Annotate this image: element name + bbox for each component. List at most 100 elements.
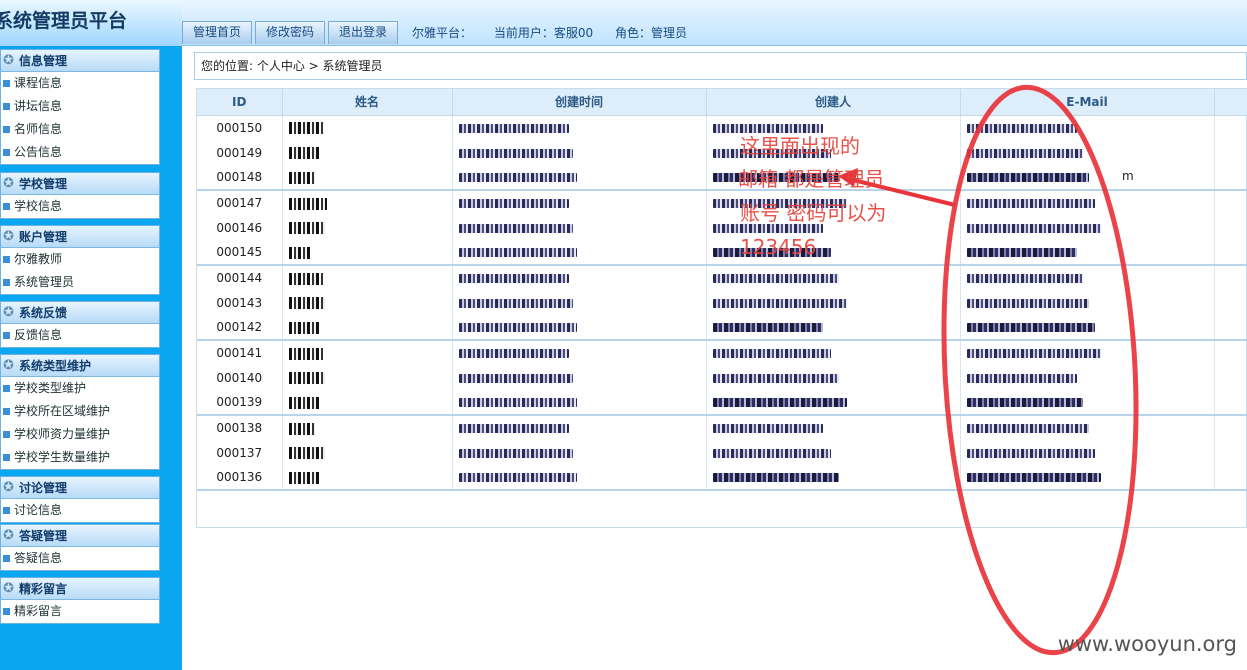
redacted-email: [966, 173, 1089, 182]
sidebar-item-school-info[interactable]: 学校信息: [1, 195, 159, 218]
cell-id: 000143: [197, 290, 283, 315]
cell-created-time: [452, 190, 707, 215]
column-name[interactable]: 姓名: [282, 89, 453, 116]
sidebar-item-qa[interactable]: 答疑信息: [1, 547, 159, 570]
table-row[interactable]: 000150: [197, 115, 1247, 140]
row-id: 000138: [216, 421, 263, 435]
star-icon: ✪: [3, 357, 14, 373]
redacted-time: [458, 473, 577, 482]
sidebar-item-discussion[interactable]: 讨论信息: [1, 499, 159, 522]
cell-created-time: [452, 215, 707, 240]
cell-creator: [706, 315, 961, 341]
table-row[interactable]: 000140: [197, 365, 1247, 390]
cell-name: [282, 115, 453, 140]
column-created-time[interactable]: 创建时间: [452, 89, 707, 116]
annotation-line-2: 邮箱 都是管理员: [738, 167, 885, 191]
redacted-creator: [712, 323, 823, 332]
cell-email: [960, 165, 1215, 191]
redacted-email: [966, 148, 1083, 158]
admin-home-button[interactable]: 管理首页: [182, 21, 253, 44]
menu-group-header[interactable]: ✪ 答疑管理: [1, 525, 159, 547]
redacted-email: [966, 199, 1095, 208]
sidebar-item-erya-teachers[interactable]: 尔雅教师: [1, 248, 159, 271]
sidebar-item-forums[interactable]: 讲坛信息: [1, 95, 159, 118]
cell-id: 000146: [197, 215, 283, 240]
table-row[interactable]: 000146: [197, 215, 1247, 240]
table-row[interactable]: 000141: [197, 340, 1247, 365]
redacted-email: [966, 448, 1095, 458]
sidebar: ✪ 信息管理 课程信息 讲坛信息 名师信息 公告信息 ✪ 学校管理 学校信息 ✪ 账户…: [0, 46, 182, 670]
cell-email: [960, 115, 1215, 140]
table-row[interactable]: 000142: [197, 315, 1247, 341]
cell-extra: [1214, 265, 1247, 290]
redacted-creator: [712, 448, 831, 458]
redacted-name: [288, 297, 325, 309]
row-id: 000144: [216, 271, 263, 285]
bullet-icon: [3, 126, 10, 133]
user-info: 尔雅平台： 当前用户：客服00 角色：管理员: [412, 24, 705, 41]
cell-email: [960, 365, 1215, 390]
sidebar-item-school-region[interactable]: 学校所在区域维护: [1, 400, 159, 423]
redacted-email: [966, 398, 1083, 407]
sidebar-item-school-type[interactable]: 学校类型维护: [1, 377, 159, 400]
redacted-email: [966, 123, 1077, 133]
cell-created-time: [452, 165, 707, 191]
menu-group-header[interactable]: ✪ 账户管理: [1, 226, 159, 248]
cell-name: [282, 165, 453, 191]
table-row[interactable]: 000138: [197, 415, 1247, 440]
menu-group-header[interactable]: ✪ 系统类型维护: [1, 355, 159, 377]
menu-group-header[interactable]: ✪ 系统反馈: [1, 302, 159, 324]
brand-logo: 系统管理员平台: [0, 0, 182, 46]
sidebar-item-notices[interactable]: 公告信息: [1, 141, 159, 164]
change-password-button[interactable]: 修改密码: [255, 21, 326, 44]
table-row[interactable]: 000144: [197, 265, 1247, 290]
breadcrumb: 您的位置: 个人中心 > 系统管理员: [194, 52, 1247, 80]
cell-extra: [1214, 465, 1247, 491]
sidebar-item-students[interactable]: 学校学生数量维护: [1, 446, 159, 469]
app-title: 系统管理员平台: [0, 10, 128, 32]
sidebar-item-sys-admins[interactable]: 系统管理员: [1, 271, 159, 294]
star-icon: ✪: [3, 304, 14, 320]
bullet-icon: [3, 149, 10, 156]
table-row[interactable]: 000136: [197, 465, 1247, 491]
redacted-time: [458, 349, 569, 358]
menu-group-header[interactable]: ✪ 信息管理: [1, 50, 159, 72]
table-row[interactable]: 000145: [197, 240, 1247, 266]
column-id[interactable]: ID: [197, 89, 283, 116]
annotation-line-4: 123456: [740, 235, 817, 259]
table-row[interactable]: 000137: [197, 440, 1247, 465]
menu-group-header[interactable]: ✪ 精彩留言: [1, 578, 159, 600]
cell-name: [282, 215, 453, 240]
redacted-name: [288, 197, 327, 210]
menu-group-header[interactable]: ✪ 学校管理: [1, 173, 159, 195]
menu-group-header[interactable]: ✪ 讨论管理: [1, 477, 159, 499]
redacted-email: [966, 248, 1077, 257]
table-row[interactable]: 000147: [197, 190, 1247, 215]
top-nav: 管理首页 修改密码 退出登录: [182, 20, 399, 44]
star-icon: ✪: [3, 52, 14, 68]
table-row[interactable]: 000143: [197, 290, 1247, 315]
column-creator[interactable]: 创建人: [706, 89, 961, 116]
logout-button[interactable]: 退出登录: [328, 21, 399, 44]
cell-created-time: [452, 340, 707, 365]
sidebar-item-courses[interactable]: 课程信息: [1, 72, 159, 95]
cell-extra: [1214, 315, 1247, 341]
sidebar-item-feedback[interactable]: 反馈信息: [1, 324, 159, 347]
cell-extra: [1214, 115, 1247, 140]
sidebar-item-messages[interactable]: 精彩留言: [1, 600, 159, 623]
table-row[interactable]: 000139: [197, 390, 1247, 416]
sidebar-item-teachers[interactable]: 名师信息: [1, 118, 159, 141]
cell-id: 000142: [197, 315, 283, 341]
column-email[interactable]: E-Mail: [960, 89, 1215, 116]
bullet-icon: [3, 256, 10, 263]
table-row[interactable]: 000148: [197, 165, 1247, 191]
table-row[interactable]: 000149: [197, 140, 1247, 165]
menu-group-discussion: ✪ 讨论管理 讨论信息: [0, 476, 160, 523]
cell-email: [960, 215, 1215, 240]
redacted-email: [966, 424, 1089, 433]
cell-id: 000148: [197, 165, 283, 191]
sidebar-item-faculty[interactable]: 学校师资力量维护: [1, 423, 159, 446]
redacted-name: [288, 471, 319, 484]
current-user-label: 当前用户：客服00: [493, 26, 594, 40]
row-id: 000143: [216, 295, 263, 310]
